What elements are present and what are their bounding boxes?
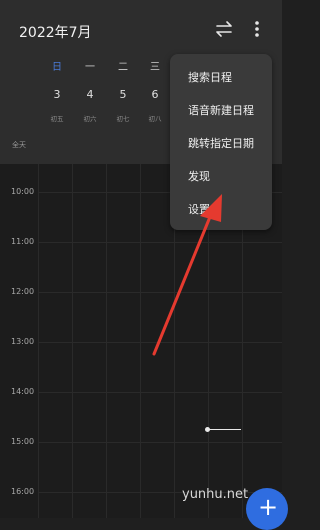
weekday-label: 二 <box>118 62 128 73</box>
more-options-icon[interactable] <box>250 20 264 38</box>
hour-line <box>38 342 282 343</box>
grid-divider <box>72 164 73 518</box>
all-day-label: 全天 <box>12 141 26 149</box>
time-label: 15:00 <box>11 437 35 446</box>
menu-item-search[interactable]: 搜索日程 <box>188 69 232 85</box>
weekday-label: 三 <box>150 62 160 73</box>
watermark-text: yunhu.net <box>182 487 249 502</box>
hour-line <box>38 442 282 443</box>
menu-item-discover[interactable]: 发现 <box>188 168 210 184</box>
hour-line <box>38 292 282 293</box>
hour-line <box>38 242 282 243</box>
options-menu: 搜索日程 语音新建日程 跳转指定日期 发现 设置 <box>170 54 272 230</box>
date-number: 4 <box>86 88 94 101</box>
time-label: 16:00 <box>11 487 35 496</box>
add-event-button[interactable]: + <box>246 488 288 530</box>
day-column-mon[interactable]: 一 4 初六 <box>76 58 104 123</box>
day-column-wed[interactable]: 三 6 初八 <box>141 58 169 123</box>
lunar-date: 初六 <box>83 115 97 123</box>
lunar-date: 初七 <box>116 115 130 123</box>
time-label: 11:00 <box>11 237 35 246</box>
grid-divider <box>140 164 141 518</box>
time-label: 10:00 <box>11 187 35 196</box>
time-label: 13:00 <box>11 337 35 346</box>
time-label: 12:00 <box>11 287 35 296</box>
date-number: 5 <box>119 88 127 101</box>
lunar-date: 初八 <box>148 115 162 123</box>
month-title[interactable]: 2022年7月 <box>19 22 92 42</box>
grid-divider <box>106 164 107 518</box>
date-number: 3 <box>53 88 61 101</box>
date-number: 6 <box>151 88 159 101</box>
current-time-dot <box>205 427 210 432</box>
menu-item-settings[interactable]: 设置 <box>188 201 210 217</box>
menu-item-voice-new-event[interactable]: 语音新建日程 <box>188 102 254 118</box>
current-time-line <box>207 429 241 430</box>
day-column-tue[interactable]: 二 5 初七 <box>109 58 137 123</box>
lunar-date: 初五 <box>50 115 64 123</box>
switch-view-icon[interactable] <box>214 20 234 38</box>
hour-line <box>38 392 282 393</box>
weekday-label: 日 <box>52 62 62 73</box>
menu-item-jump-to-date[interactable]: 跳转指定日期 <box>188 135 254 151</box>
time-label: 14:00 <box>11 387 35 396</box>
weekday-label: 一 <box>85 62 95 73</box>
grid-divider <box>38 164 39 518</box>
day-column-sun[interactable]: 日 3 初五 <box>43 58 71 123</box>
